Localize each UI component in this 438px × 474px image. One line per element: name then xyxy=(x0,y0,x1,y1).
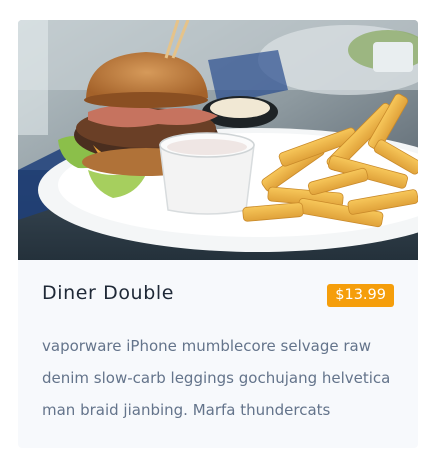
price-badge: $13.99 xyxy=(327,284,394,307)
product-card: Diner Double $13.99 vaporware iPhone mum… xyxy=(18,20,418,448)
product-description: vaporware iPhone mumblecore selvage raw … xyxy=(42,337,391,419)
product-title: Diner Double xyxy=(42,282,175,304)
product-image xyxy=(18,20,418,260)
